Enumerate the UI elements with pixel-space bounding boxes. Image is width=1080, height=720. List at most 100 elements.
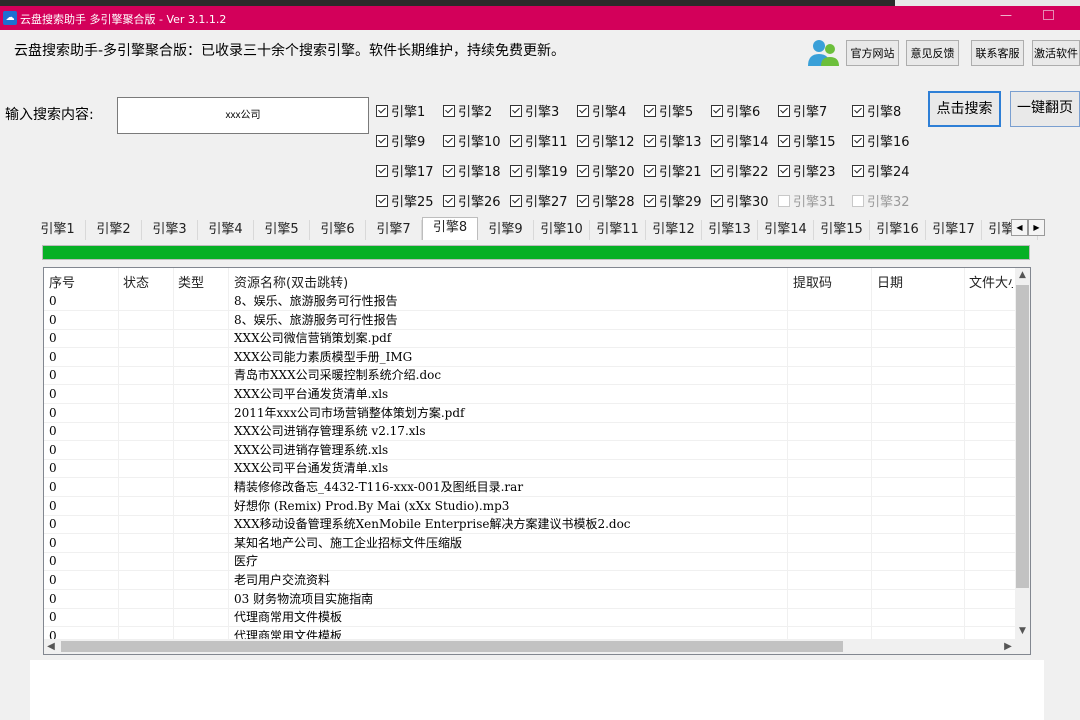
engine-tab[interactable]: 引擎6 [310, 220, 366, 240]
checkbox-checked-icon[interactable] [711, 105, 723, 117]
table-row[interactable]: 0 XXX公司微信营销策划案.pdf [44, 329, 1015, 349]
checkbox-checked-icon[interactable] [376, 135, 388, 147]
table-row[interactable]: 0 8、娱乐、旅游服务可行性报告 [44, 292, 1015, 311]
engine-checkbox[interactable]: 引擎11 [510, 131, 568, 150]
table-row[interactable]: 0 XXX公司能力素质模型手册_IMG [44, 348, 1015, 367]
engine-tab[interactable]: 引擎13 [702, 220, 758, 240]
column-header-status[interactable]: 状态 [123, 272, 149, 291]
engine-tab[interactable]: 引擎16 [870, 220, 926, 240]
row-resource-name[interactable]: 精装修修改备忘_4432-T116-xxx-001及图纸目录.rar [234, 478, 523, 496]
checkbox-checked-icon[interactable] [577, 195, 589, 207]
row-resource-name[interactable]: XXX公司微信营销策划案.pdf [234, 329, 391, 347]
engine-tab[interactable]: 引擎7 [366, 220, 422, 240]
engine-tab[interactable]: 引擎11 [590, 220, 646, 240]
checkbox-checked-icon[interactable] [577, 135, 589, 147]
maximize-button[interactable] [1043, 10, 1054, 20]
engine-checkbox[interactable]: 引擎31 [778, 191, 836, 210]
search-input[interactable]: xxx公司 [117, 97, 369, 134]
engine-checkbox[interactable]: 引擎15 [778, 131, 836, 150]
engine-checkbox[interactable]: 引擎17 [376, 161, 434, 180]
engine-checkbox[interactable]: 引擎32 [852, 191, 910, 210]
activate-software-button[interactable]: 激活软件 [1032, 40, 1080, 66]
engine-checkbox[interactable]: 引擎12 [577, 131, 635, 150]
checkbox-checked-icon[interactable] [510, 195, 522, 207]
checkbox-checked-icon[interactable] [852, 165, 864, 177]
row-resource-name[interactable]: XXX公司能力素质模型手册_IMG [234, 348, 412, 366]
engine-checkbox[interactable]: 引擎10 [443, 131, 501, 150]
engine-tab[interactable]: 引擎1 [30, 220, 86, 240]
checkbox-checked-icon[interactable] [852, 135, 864, 147]
engine-tab[interactable]: 引擎4 [198, 220, 254, 240]
checkbox-checked-icon[interactable] [644, 195, 656, 207]
table-row[interactable]: 0 精装修修改备忘_4432-T116-xxx-001及图纸目录.rar [44, 478, 1015, 497]
table-row[interactable]: 0 03 财务物流项目实施指南 [44, 590, 1015, 609]
table-row[interactable]: 0 青岛市XXX公司采暖控制系统介绍.doc [44, 366, 1015, 386]
row-resource-name[interactable]: 青岛市XXX公司采暖控制系统介绍.doc [234, 366, 441, 384]
engine-checkbox[interactable]: 引擎14 [711, 131, 769, 150]
scroll-left-icon[interactable]: ◀ [44, 639, 58, 654]
table-row[interactable]: 0 好想你 (Remix) Prod.By Mai (xXx Studio).mp… [44, 497, 1015, 516]
table-row[interactable]: 0 医疗 [44, 552, 1015, 572]
checkbox-checked-icon[interactable] [778, 135, 790, 147]
engine-checkbox[interactable]: 引擎29 [644, 191, 702, 210]
row-resource-name[interactable]: XXX公司进销存管理系统 v2.17.xls [234, 422, 426, 440]
checkbox-checked-icon[interactable] [644, 105, 656, 117]
checkbox-checked-icon[interactable] [577, 105, 589, 117]
engine-checkbox[interactable]: 引擎9 [376, 131, 425, 150]
checkbox-checked-icon[interactable] [443, 165, 455, 177]
row-resource-name[interactable]: 8、娱乐、旅游服务可行性报告 [234, 292, 398, 310]
row-resource-name[interactable]: 老司用户交流资料 [234, 571, 330, 589]
horizontal-scrollbar[interactable]: ◀ ▶ [44, 639, 1015, 654]
engine-checkbox[interactable]: 引擎16 [852, 131, 910, 150]
engine-checkbox[interactable]: 引擎24 [852, 161, 910, 180]
engine-checkbox[interactable]: 引擎22 [711, 161, 769, 180]
next-page-button[interactable]: 一键翻页 [1010, 91, 1080, 127]
engine-checkbox[interactable]: 引擎5 [644, 101, 693, 120]
column-header-seq[interactable]: 序号 [49, 272, 75, 291]
contact-support-button[interactable]: 联系客服 [971, 40, 1024, 66]
row-resource-name[interactable]: 03 财务物流项目实施指南 [234, 590, 373, 608]
horizontal-scroll-thumb[interactable] [61, 641, 843, 652]
engine-checkbox[interactable]: 引擎30 [711, 191, 769, 210]
engine-tab[interactable]: 引擎9 [478, 220, 534, 240]
checkbox-checked-icon[interactable] [376, 105, 388, 117]
checkbox-checked-icon[interactable] [644, 135, 656, 147]
engine-tab[interactable]: 引擎15 [814, 220, 870, 240]
engine-checkbox[interactable]: 引擎25 [376, 191, 434, 210]
engine-checkbox[interactable]: 引擎19 [510, 161, 568, 180]
checkbox-checked-icon[interactable] [443, 195, 455, 207]
engine-checkbox[interactable]: 引擎21 [644, 161, 702, 180]
checkbox-checked-icon[interactable] [711, 195, 723, 207]
checkbox-checked-icon[interactable] [510, 165, 522, 177]
checkbox-checked-icon[interactable] [711, 135, 723, 147]
checkbox-checked-icon[interactable] [778, 165, 790, 177]
search-button[interactable]: 点击搜索 [928, 91, 1001, 127]
column-header-size[interactable]: 文件大小 [969, 272, 1013, 291]
table-row[interactable]: 0 2011年xxx公司市场营销整体策划方案.pdf [44, 404, 1015, 423]
engine-checkbox[interactable]: 引擎3 [510, 101, 559, 120]
engine-checkbox[interactable]: 引擎8 [852, 101, 901, 120]
table-row[interactable]: 0 代理商常用文件模板 [44, 608, 1015, 628]
tab-scroll-right-icon[interactable]: ▶ [1028, 219, 1045, 236]
engine-checkbox[interactable]: 引擎23 [778, 161, 836, 180]
column-header-name[interactable]: 资源名称(双击跳转) [234, 272, 348, 291]
checkbox-unchecked-icon[interactable] [852, 195, 864, 207]
vertical-scrollbar[interactable]: ▲ ▼ [1015, 268, 1030, 639]
column-header-code[interactable]: 提取码 [793, 272, 832, 291]
scroll-right-icon[interactable]: ▶ [1001, 639, 1015, 654]
checkbox-checked-icon[interactable] [510, 135, 522, 147]
column-header-date[interactable]: 日期 [877, 272, 903, 291]
checkbox-checked-icon[interactable] [376, 195, 388, 207]
minimize-button[interactable]: — [1000, 8, 1012, 22]
row-resource-name[interactable]: 某知名地产公司、施工企业招标文件压缩版 [234, 534, 462, 552]
table-row[interactable]: 0 XXX公司进销存管理系统 v2.17.xls [44, 422, 1015, 442]
row-resource-name[interactable]: 好想你 (Remix) Prod.By Mai (xXx Studio).mp3 [234, 497, 509, 515]
engine-checkbox[interactable]: 引擎28 [577, 191, 635, 210]
checkbox-checked-icon[interactable] [510, 105, 522, 117]
results-table[interactable]: 序号 状态 类型 资源名称(双击跳转) 提取码 日期 文件大小 0 8、娱乐、旅游… [43, 267, 1031, 655]
engine-checkbox[interactable]: 引擎26 [443, 191, 501, 210]
engine-tab[interactable]: 引擎2 [86, 220, 142, 240]
engine-tab[interactable]: 引擎8 [422, 217, 478, 240]
row-resource-name[interactable]: XXX公司平台通发货清单.xls [234, 385, 388, 403]
row-resource-name[interactable]: XXX公司进销存管理系统.xls [234, 441, 388, 459]
